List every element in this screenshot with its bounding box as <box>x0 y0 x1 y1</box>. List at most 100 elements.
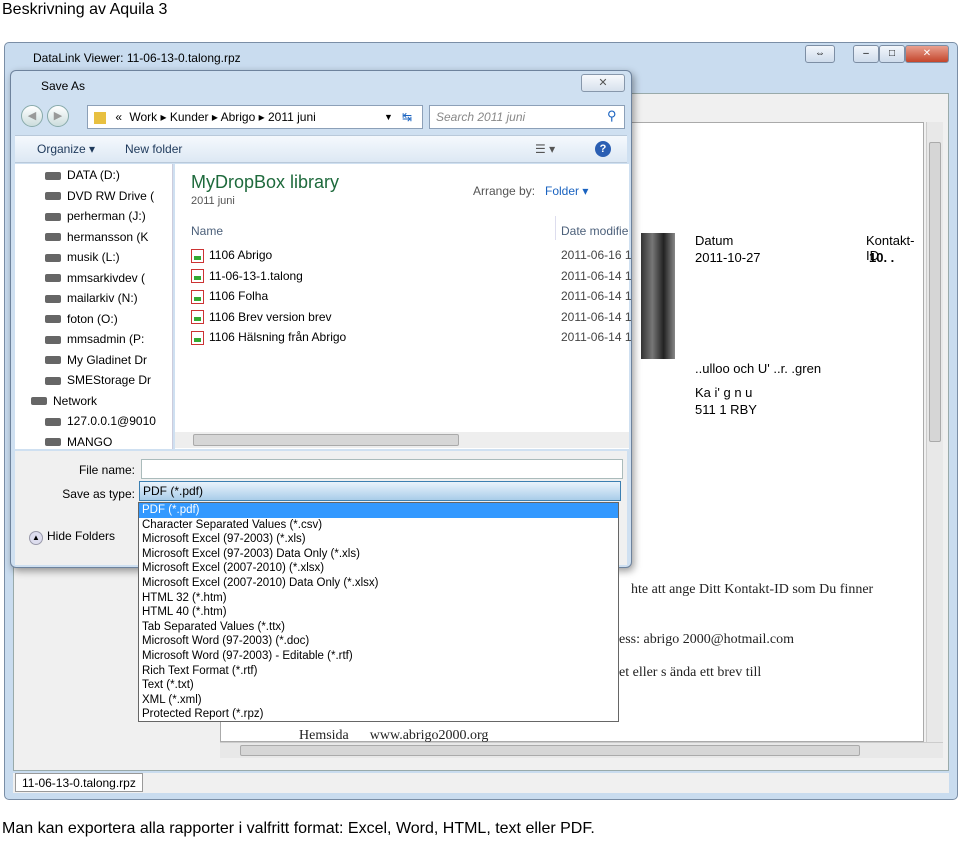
address-bar[interactable]: « Work ▸ Kunder ▸ Abrigo ▸ 2011 juni ▼ ↹ <box>87 105 423 129</box>
save-type-option[interactable]: Rich Text Format (*.rtf) <box>139 664 618 679</box>
breadcrumb-item[interactable]: 2011 juni <box>268 110 316 124</box>
nav-item[interactable]: mmsarkivdev ( <box>45 271 159 285</box>
save-type-option[interactable]: Protected Report (*.rpz) <box>139 707 618 722</box>
nav-item-label: DATA (D:) <box>67 168 120 182</box>
nav-item-label: SMEStorage Dr <box>67 373 152 387</box>
minimize-button[interactable]: – <box>853 45 879 63</box>
column-name[interactable]: Name <box>191 224 223 238</box>
view-options-icon[interactable]: ☰ ▾ <box>535 142 555 156</box>
save-type-option[interactable]: Microsoft Word (97-2003) - Editable (*.r… <box>139 649 618 664</box>
drive-icon <box>45 417 61 426</box>
nav-item[interactable]: My Gladinet Dr <box>45 353 159 367</box>
maximize-button[interactable]: □ <box>879 45 905 63</box>
file-row[interactable]: 1106 Brev version brev 2011-06-14 1 <box>191 309 632 325</box>
breadcrumb-overflow[interactable]: « <box>115 110 122 124</box>
refresh-icon[interactable]: ↹ <box>402 106 422 128</box>
nav-item-label: mailarkiv (N:) <box>67 291 138 305</box>
save-type-option[interactable]: Microsoft Excel (97-2003) (*.xls) <box>139 532 618 547</box>
document-tab[interactable]: 11-06-13-0.talong.rpz <box>15 773 143 792</box>
forward-button[interactable]: ▶ <box>47 105 69 127</box>
help-icon[interactable]: ? <box>595 141 611 157</box>
report-photo <box>641 233 675 359</box>
nav-item[interactable]: Network <box>31 394 145 408</box>
dialog-title: Save As <box>41 79 86 93</box>
save-as-type-label: Save as type: <box>62 487 135 501</box>
save-type-option[interactable]: Microsoft Excel (2007-2010) (*.xlsx) <box>139 561 618 576</box>
restore-button[interactable]: ⇔ <box>805 45 835 63</box>
nav-item[interactable]: musik (L:) <box>45 250 159 264</box>
file-row[interactable]: 11-06-13-1.talong 2011-06-14 1 <box>191 268 632 284</box>
datum-label: Datum <box>695 233 734 248</box>
file-row[interactable]: 1106 Hälsning från Abrigo 2011-06-14 1 <box>191 330 632 345</box>
close-window-button[interactable]: ✕ <box>905 45 949 63</box>
save-type-option[interactable]: Character Separated Values (*.csv) <box>139 518 618 533</box>
arrange-dropdown[interactable]: Folder ▾ <box>545 184 588 198</box>
drive-icon <box>45 376 61 385</box>
save-type-option[interactable]: Text (*.txt) <box>139 678 618 693</box>
recipient-postal: 511 1 RBY <box>695 402 757 417</box>
nav-item[interactable]: SMEStorage Dr <box>45 373 159 387</box>
file-list-hscroll[interactable] <box>175 432 629 448</box>
recipient-name: ..ulloo och U' ..r. .gren <box>695 361 822 376</box>
save-type-option[interactable]: Tab Separated Values (*.ttx) <box>139 620 618 635</box>
file-row[interactable]: 1106 Folha 2011-06-14 1 <box>191 289 632 304</box>
nav-item[interactable]: mmsadmin (P: <box>45 332 159 346</box>
column-date[interactable]: Date modifie <box>561 224 628 238</box>
save-type-option[interactable]: Microsoft Word (97-2003) (*.doc) <box>139 634 618 649</box>
pdf-file-icon <box>191 330 204 345</box>
report-line: et eller s ända ett brev till <box>619 665 762 680</box>
nav-item[interactable]: 127.0.0.1@9010 <box>45 414 159 428</box>
file-name: 1106 Folha <box>209 289 269 303</box>
save-type-option[interactable]: HTML 32 (*.htm) <box>139 591 618 606</box>
file-row[interactable]: 1106 Abrigo 2011-06-16 1 <box>191 248 632 263</box>
save-type-option[interactable]: HTML 40 (*.htm) <box>139 605 618 620</box>
search-input[interactable]: Search 2011 juni <box>429 105 625 129</box>
nav-item[interactable]: DATA (D:) <box>45 168 159 182</box>
dialog-close-button[interactable]: ✕ <box>581 74 625 92</box>
nav-item-label: perherman (J:) <box>67 209 146 223</box>
recipient-address: Ka i' g n u <box>695 385 753 400</box>
nav-item-label: My Gladinet Dr <box>67 352 148 367</box>
nav-item[interactable]: DVD RW Drive ( <box>45 189 159 203</box>
hide-folders-button[interactable]: ▲ Hide Folders <box>29 529 115 545</box>
pdf-file-icon <box>191 310 204 325</box>
save-type-option[interactable]: Microsoft Excel (97-2003) Data Only (*.x… <box>139 547 618 562</box>
breadcrumb-item[interactable]: Work <box>129 110 157 124</box>
save-type-option[interactable]: XML (*.xml) <box>139 693 618 708</box>
address-dropdown-icon[interactable]: ▼ <box>384 106 393 128</box>
viewer-title: DataLink Viewer: 11-06-13-0.talong.rpz <box>33 51 241 65</box>
breadcrumb-item[interactable]: Kunder <box>170 110 209 124</box>
back-button[interactable]: ◀ <box>21 105 43 127</box>
nav-item-label: hermansson (K <box>67 229 149 244</box>
vertical-scrollbar[interactable] <box>926 122 943 742</box>
save-type-option[interactable]: PDF (*.pdf) <box>139 503 618 518</box>
horizontal-scrollbar[interactable] <box>220 742 943 758</box>
new-folder-button[interactable]: New folder <box>125 142 182 156</box>
page-caption: Man kan exportera alla rapporter i valfr… <box>2 820 595 837</box>
nav-item[interactable]: mailarkiv (N:) <box>45 291 159 305</box>
nav-item[interactable]: MANGO <box>45 435 159 449</box>
file-name: 1106 Brev version brev <box>209 309 332 324</box>
nav-item-label: DVD RW Drive ( <box>67 188 155 203</box>
nav-item-label: Network <box>53 393 98 408</box>
save-as-type-select[interactable]: PDF (*.pdf) <box>139 481 621 501</box>
nav-item[interactable]: perherman (J:) <box>45 209 159 223</box>
nav-item-label: MANGO <box>67 434 113 449</box>
search-icon[interactable]: ⚲ <box>607 108 617 124</box>
file-name: 11-06-13-1.talong <box>209 268 303 283</box>
file-date: 2011-06-14 1 <box>561 330 632 344</box>
nav-item[interactable]: hermansson (K <box>45 230 159 244</box>
nav-item-label: foton (O:) <box>67 311 118 326</box>
datum-value: 2011-10-27 <box>695 250 761 265</box>
save-type-option[interactable]: Microsoft Excel (2007-2010) Data Only (*… <box>139 576 618 591</box>
breadcrumb-item[interactable]: Abrigo <box>221 110 256 124</box>
status-bar: 11-06-13-0.talong.rpz <box>13 773 949 793</box>
drive-icon <box>45 253 61 262</box>
nav-item-label: mmsarkivdev ( <box>67 270 146 285</box>
file-date: 2011-06-14 1 <box>561 268 632 283</box>
drive-icon <box>45 233 61 242</box>
drive-icon <box>45 212 61 221</box>
organize-button[interactable]: Organize ▾ <box>37 142 95 156</box>
nav-item[interactable]: foton (O:) <box>45 312 159 326</box>
file-name-input[interactable] <box>141 459 623 479</box>
